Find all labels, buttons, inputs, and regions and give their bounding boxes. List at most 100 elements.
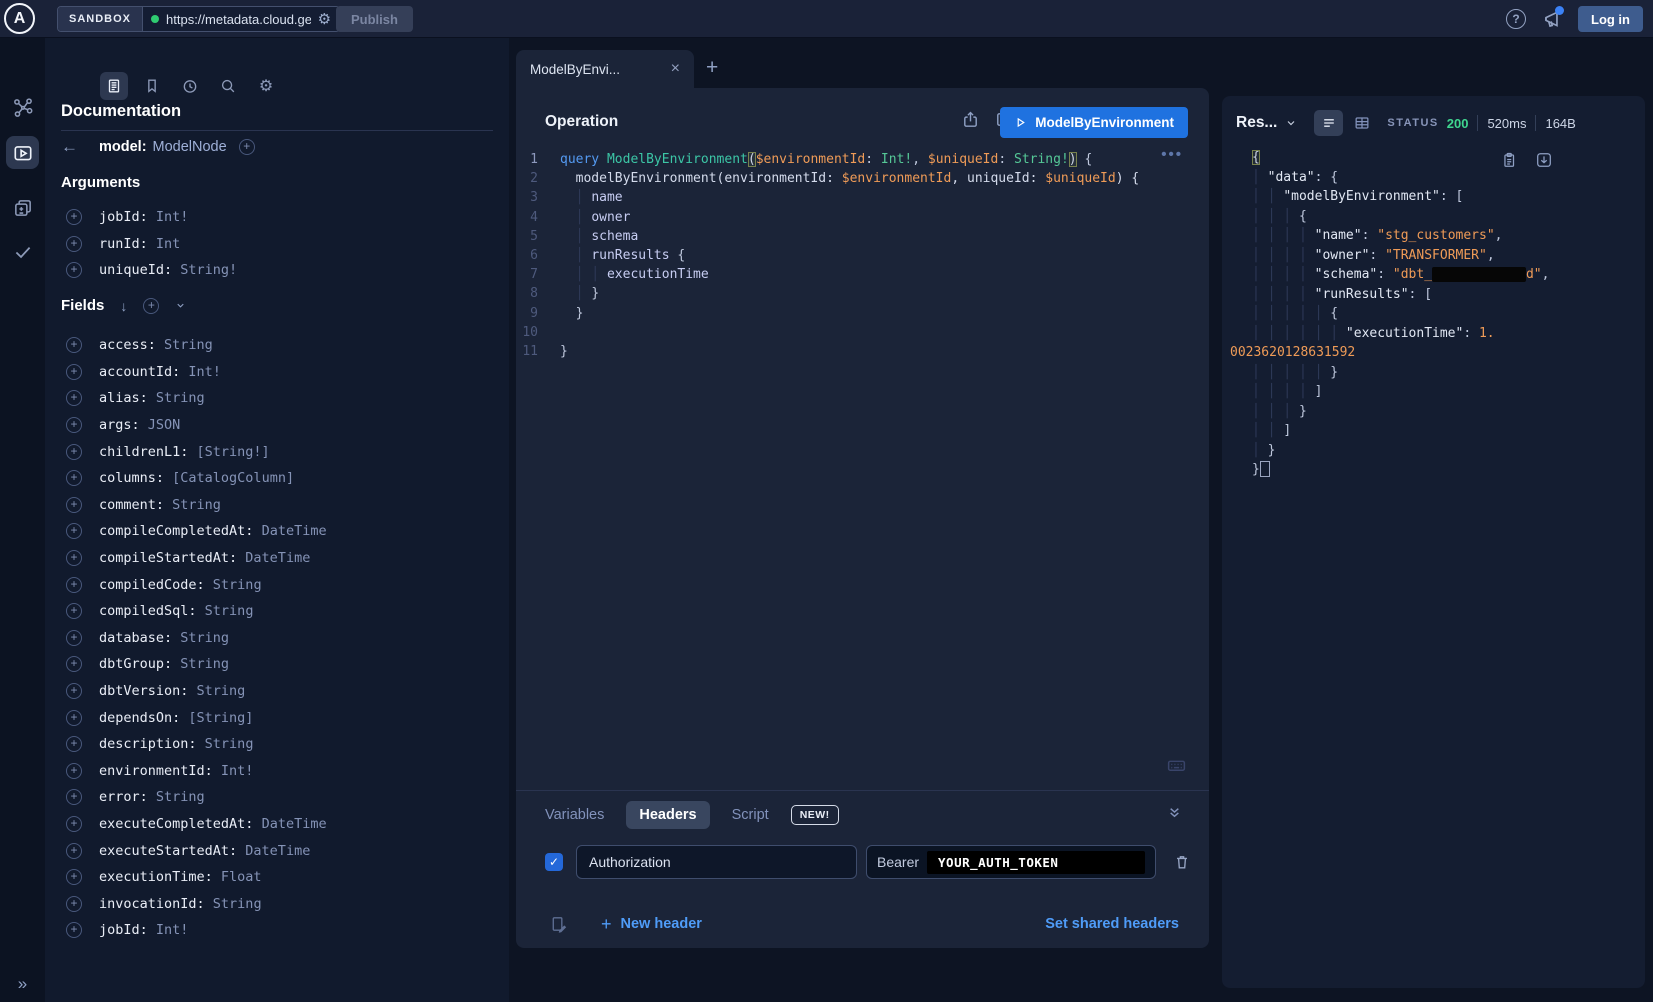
- keyboard-shortcuts-icon[interactable]: [1166, 755, 1187, 776]
- field-row[interactable]: +compileCompletedAt: DateTime: [61, 518, 327, 545]
- field-type[interactable]: Int!: [148, 922, 189, 938]
- field-name[interactable]: compiledSql:: [99, 603, 197, 619]
- code-line[interactable]: 9 }: [516, 304, 1209, 323]
- field-type[interactable]: String: [188, 683, 245, 699]
- argument-row[interactable]: + jobId: Int!: [61, 204, 237, 231]
- add-field-icon[interactable]: +: [66, 710, 82, 726]
- add-field-icon[interactable]: +: [66, 896, 82, 912]
- operation-tab[interactable]: ModelByEnvi... ×: [516, 50, 694, 88]
- field-row[interactable]: +executionTime: Float: [61, 864, 327, 891]
- code-line[interactable]: 2 modelByEnvironment(environmentId: $env…: [516, 169, 1209, 188]
- connection-settings-gear-icon[interactable]: ⚙: [318, 10, 331, 28]
- field-type[interactable]: [String]: [180, 710, 253, 726]
- operation-collection-icon[interactable]: [0, 197, 45, 219]
- response-dropdown-chevron-icon[interactable]: [1285, 117, 1297, 129]
- field-name[interactable]: compileStartedAt:: [99, 550, 237, 566]
- add-all-fields-icon[interactable]: +: [143, 298, 159, 314]
- field-row[interactable]: +args: JSON: [61, 412, 327, 439]
- code-line[interactable]: 1query ModelByEnvironment($environmentId…: [516, 150, 1209, 169]
- argument-name[interactable]: jobId:: [99, 209, 148, 225]
- code-line[interactable]: 8 │ }: [516, 284, 1209, 303]
- login-button[interactable]: Log in: [1578, 6, 1643, 32]
- add-field-icon[interactable]: +: [66, 630, 82, 646]
- field-type[interactable]: String: [156, 337, 213, 353]
- field-name[interactable]: accountId:: [99, 364, 180, 380]
- table-view-icon[interactable]: [1353, 114, 1371, 132]
- documentation-tab-icon[interactable]: [100, 72, 128, 100]
- argument-name[interactable]: uniqueId:: [99, 262, 172, 278]
- field-type[interactable]: String: [164, 497, 221, 513]
- add-field-icon[interactable]: +: [66, 550, 82, 566]
- field-name[interactable]: dependsOn:: [99, 710, 180, 726]
- sort-fields-icon[interactable]: ↓: [120, 298, 127, 314]
- add-field-icon[interactable]: +: [66, 656, 82, 672]
- search-icon[interactable]: [214, 72, 242, 100]
- tab-script[interactable]: Script: [732, 807, 769, 823]
- publish-button[interactable]: Publish: [336, 6, 413, 32]
- field-name[interactable]: invocationId:: [99, 896, 205, 912]
- add-field-icon[interactable]: +: [66, 763, 82, 779]
- share-icon[interactable]: [961, 110, 980, 129]
- field-row[interactable]: + comment: String: [61, 492, 327, 519]
- field-type[interactable]: String: [205, 577, 262, 593]
- field-row[interactable]: + dependsOn: [String]: [61, 704, 327, 731]
- code-line[interactable]: 4 │ owner: [516, 208, 1209, 227]
- field-type[interactable]: DateTime: [253, 816, 326, 832]
- field-name[interactable]: compileCompletedAt:: [99, 523, 253, 539]
- add-argument-icon[interactable]: +: [66, 209, 82, 225]
- field-type[interactable]: Int!: [213, 763, 254, 779]
- add-field-icon[interactable]: +: [66, 444, 82, 460]
- add-field-icon[interactable]: +: [66, 577, 82, 593]
- field-row[interactable]: +dbtGroup: String: [61, 651, 327, 678]
- argument-type[interactable]: Int: [148, 236, 181, 252]
- field-row[interactable]: +accountId: Int!: [61, 359, 327, 386]
- argument-row[interactable]: + uniqueId: String!: [61, 257, 237, 284]
- add-field-icon[interactable]: +: [66, 337, 82, 353]
- add-field-icon[interactable]: +: [66, 364, 82, 380]
- argument-row[interactable]: +runId: Int: [61, 231, 237, 258]
- new-tab-icon[interactable]: +: [706, 56, 718, 80]
- add-field-icon[interactable]: +: [66, 736, 82, 752]
- add-field-icon[interactable]: +: [66, 843, 82, 859]
- field-name[interactable]: description:: [99, 736, 197, 752]
- announcements-icon[interactable]: [1541, 8, 1563, 30]
- add-argument-icon[interactable]: +: [66, 262, 82, 278]
- field-type[interactable]: DateTime: [237, 550, 310, 566]
- field-type[interactable]: DateTime: [237, 843, 310, 859]
- field-row[interactable]: +database: String: [61, 625, 327, 652]
- field-name[interactable]: childrenL1:: [99, 444, 188, 460]
- bookmark-icon[interactable]: [138, 72, 166, 100]
- run-operation-button[interactable]: ModelByEnvironment: [1000, 107, 1188, 138]
- field-row[interactable]: +columns: [CatalogColumn]: [61, 465, 327, 492]
- field-type[interactable]: String: [172, 630, 229, 646]
- add-field-icon[interactable]: +: [66, 497, 82, 513]
- field-row[interactable]: +environmentId: Int!: [61, 758, 327, 785]
- field-name[interactable]: compiledCode:: [99, 577, 205, 593]
- field-name[interactable]: comment:: [99, 497, 164, 513]
- add-field-icon[interactable]: +: [66, 390, 82, 406]
- field-type[interactable]: DateTime: [253, 523, 326, 539]
- header-enabled-checkbox[interactable]: ✓: [545, 853, 563, 871]
- field-name[interactable]: alias:: [99, 390, 148, 406]
- add-field-icon[interactable]: +: [66, 470, 82, 486]
- field-type[interactable]: String: [197, 603, 254, 619]
- add-field-icon[interactable]: +: [66, 922, 82, 938]
- add-field-icon[interactable]: +: [66, 816, 82, 832]
- add-field-icon[interactable]: +: [66, 417, 82, 433]
- field-type[interactable]: [String!]: [188, 444, 269, 460]
- file-edit-icon[interactable]: [549, 915, 568, 934]
- response-title[interactable]: Res...: [1236, 114, 1277, 132]
- checks-icon[interactable]: [0, 241, 45, 263]
- argument-type[interactable]: Int!: [148, 209, 189, 225]
- settings-gear-icon[interactable]: ⚙: [252, 72, 280, 100]
- field-name[interactable]: args:: [99, 417, 140, 433]
- argument-type[interactable]: String!: [172, 262, 237, 278]
- endpoint-url[interactable]: https://metadata.cloud.get: [166, 12, 311, 27]
- field-row[interactable]: +error: String: [61, 784, 327, 811]
- field-row[interactable]: +access: String: [61, 332, 327, 359]
- explorer-icon[interactable]: [0, 142, 45, 164]
- delete-header-icon[interactable]: [1173, 853, 1191, 871]
- add-field-icon[interactable]: +: [66, 869, 82, 885]
- model-type-link[interactable]: ModelNode: [153, 139, 227, 155]
- field-type[interactable]: String: [205, 896, 262, 912]
